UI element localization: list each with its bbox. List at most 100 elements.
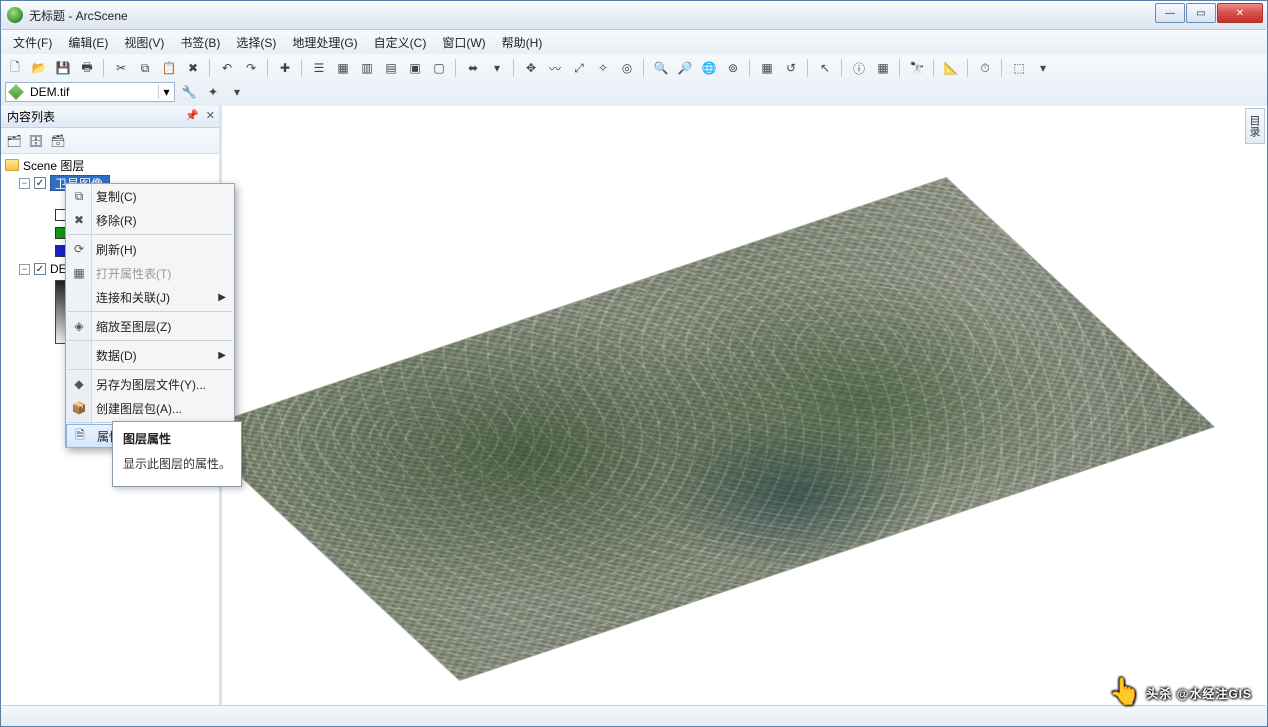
menu-view[interactable]: 视图(V) <box>116 32 172 53</box>
toolbar-separator <box>103 59 105 77</box>
undo-icon[interactable]: ↶ <box>217 58 237 78</box>
catalog-side-tab[interactable]: 目录 <box>1245 108 1265 144</box>
save-icon[interactable]: 💾 <box>53 58 73 78</box>
refresh-icon: ⟳ <box>70 242 88 256</box>
delete-icon[interactable]: ✖ <box>183 58 203 78</box>
select-arrow-icon[interactable]: ↖ <box>815 58 835 78</box>
toolbar-layer: DEM.tif ▾ 🔧 ✦ ▾ <box>5 80 1263 104</box>
source-icon[interactable]: 🔧 <box>179 82 199 102</box>
cm-zoom-layer[interactable]: ◈缩放至图层(Z) <box>66 314 234 338</box>
window-title: 无标题 - ArcScene <box>29 7 128 24</box>
restore-icon[interactable]: ↺ <box>781 58 801 78</box>
time-icon[interactable]: ⏱ <box>975 58 995 78</box>
menu-help[interactable]: 帮助(H) <box>494 32 551 53</box>
layer-dropdown[interactable]: DEM.tif ▾ <box>5 82 175 102</box>
cm-copy[interactable]: ⧉复制(C) <box>66 184 234 208</box>
cut-icon[interactable]: ✂ <box>111 58 131 78</box>
pin-icon[interactable]: 📌 <box>185 109 199 122</box>
zoom-in-out-icon[interactable]: ⤢ <box>569 58 589 78</box>
table-icon: ▦ <box>70 266 88 280</box>
toolbar-separator <box>267 59 269 77</box>
collapse-icon[interactable]: − <box>19 264 30 275</box>
cm-refresh[interactable]: ⟳刷新(H) <box>66 237 234 261</box>
toc-title: 内容列表 <box>7 108 55 125</box>
navigate-icon[interactable]: ⬌ <box>463 58 483 78</box>
measure-icon[interactable]: 📐 <box>941 58 961 78</box>
menu-customize[interactable]: 自定义(C) <box>366 32 435 53</box>
center-icon[interactable]: ✧ <box>593 58 613 78</box>
toolbar-separator <box>841 59 843 77</box>
table-icon[interactable]: ▦ <box>873 58 893 78</box>
search-window-icon[interactable]: ▥ <box>357 58 377 78</box>
close-icon[interactable]: ✕ <box>206 109 215 122</box>
cm-save-as-layer[interactable]: ◆另存为图层文件(Y)... <box>66 372 234 396</box>
collapse-icon[interactable]: − <box>19 178 30 189</box>
menu-bookmarks[interactable]: 书签(B) <box>172 32 228 53</box>
watermark: 👆头杀 @水经注GIS <box>1109 673 1252 705</box>
cm-create-package[interactable]: 📦创建图层包(A)... <box>66 396 234 420</box>
redo-icon[interactable]: ↷ <box>241 58 261 78</box>
close-button[interactable]: ✕ <box>1217 3 1263 23</box>
effects-icon[interactable]: ✦ <box>203 82 223 102</box>
menu-select[interactable]: 选择(S) <box>228 32 284 53</box>
target-icon[interactable]: ◎ <box>617 58 637 78</box>
cm-data[interactable]: 数据(D)▶ <box>66 343 234 367</box>
globe-icon[interactable]: ⊚ <box>723 58 743 78</box>
model-icon[interactable]: ▢ <box>429 58 449 78</box>
toolbar-separator <box>749 59 751 77</box>
layer-dropdown-text: DEM.tif <box>26 85 158 99</box>
pan-icon[interactable]: ✥ <box>521 58 541 78</box>
root-label: Scene 图层 <box>23 157 84 174</box>
toolbar-area: 🗋 📂 💾 🖶 ✂ ⧉ 📋 ✖ ↶ ↷ ✚ ☰ ▦ ▥ ▤ ▣ ▢ ⬌ ▾ ✥ … <box>0 54 1268 106</box>
toolbar-separator <box>513 59 515 77</box>
list-by-selection-icon[interactable]: 🗃 <box>49 132 67 150</box>
tree-root[interactable]: Scene 图层 <box>5 156 215 174</box>
tooltip-body: 显示此图层的属性。 <box>123 455 231 472</box>
layer-checkbox[interactable]: ✓ <box>34 263 46 275</box>
maximize-button[interactable]: ▭ <box>1186 3 1216 23</box>
paste-icon[interactable]: 📋 <box>159 58 179 78</box>
swipe-icon[interactable]: ▾ <box>227 82 247 102</box>
zoom-layer-icon: ◈ <box>70 319 88 333</box>
dropdown2-icon[interactable]: ▾ <box>1033 58 1053 78</box>
open-icon[interactable]: 📂 <box>29 58 49 78</box>
copy-icon[interactable]: ⧉ <box>135 58 155 78</box>
toolbox-icon[interactable]: ▤ <box>381 58 401 78</box>
minimize-button[interactable]: — <box>1155 3 1185 23</box>
scene-viewport[interactable]: 目录 <box>222 106 1267 705</box>
menu-bar: 文件(F) 编辑(E) 视图(V) 书签(B) 选择(S) 地理处理(G) 自定… <box>0 30 1268 54</box>
add-data-icon[interactable]: ✚ <box>275 58 295 78</box>
catalog-icon[interactable]: ▦ <box>333 58 353 78</box>
layer-checkbox[interactable]: ✓ <box>34 177 46 189</box>
tooltip: 图层属性 显示此图层的属性。 <box>112 421 242 487</box>
cm-remove[interactable]: ✖移除(R) <box>66 208 234 232</box>
toolbar-standard: 🗋 📂 💾 🖶 ✂ ⧉ 📋 ✖ ↶ ↷ ✚ ☰ ▦ ▥ ▤ ▣ ▢ ⬌ ▾ ✥ … <box>5 56 1263 80</box>
cm-joins[interactable]: 连接和关联(J)▶ <box>66 285 234 309</box>
find-icon[interactable]: 🔭 <box>907 58 927 78</box>
python-icon[interactable]: ▣ <box>405 58 425 78</box>
list-by-source-icon[interactable]: 🗄 <box>27 132 45 150</box>
menu-geoprocessing[interactable]: 地理处理(G) <box>284 32 365 53</box>
new-icon[interactable]: 🗋 <box>5 58 25 78</box>
full-extent-icon[interactable]: 🌐 <box>699 58 719 78</box>
menu-edit[interactable]: 编辑(E) <box>60 32 116 53</box>
toolbar-separator <box>455 59 457 77</box>
zoom-out-icon[interactable]: 🔎 <box>675 58 695 78</box>
folder-icon <box>5 159 19 171</box>
print-icon[interactable]: 🖶 <box>77 58 97 78</box>
package-icon: 📦 <box>70 401 88 415</box>
identify-icon[interactable]: ⓘ <box>849 58 869 78</box>
ortho-icon[interactable]: ▦ <box>757 58 777 78</box>
menu-windows[interactable]: 窗口(W) <box>434 32 493 53</box>
toolbar-separator <box>807 59 809 77</box>
zoom-in-icon[interactable]: 🔍 <box>651 58 671 78</box>
chevron-down-icon[interactable]: ▾ <box>158 85 174 99</box>
cube-icon[interactable]: ⬚ <box>1009 58 1029 78</box>
toc-icon[interactable]: ☰ <box>309 58 329 78</box>
dropdown-icon[interactable]: ▾ <box>487 58 507 78</box>
list-by-drawing-icon[interactable]: 🗂 <box>5 132 23 150</box>
properties-icon: 🗎 <box>71 426 89 447</box>
menu-file[interactable]: 文件(F) <box>5 32 60 53</box>
fly-icon[interactable]: 〰 <box>545 58 565 78</box>
layer-icon <box>8 84 24 100</box>
